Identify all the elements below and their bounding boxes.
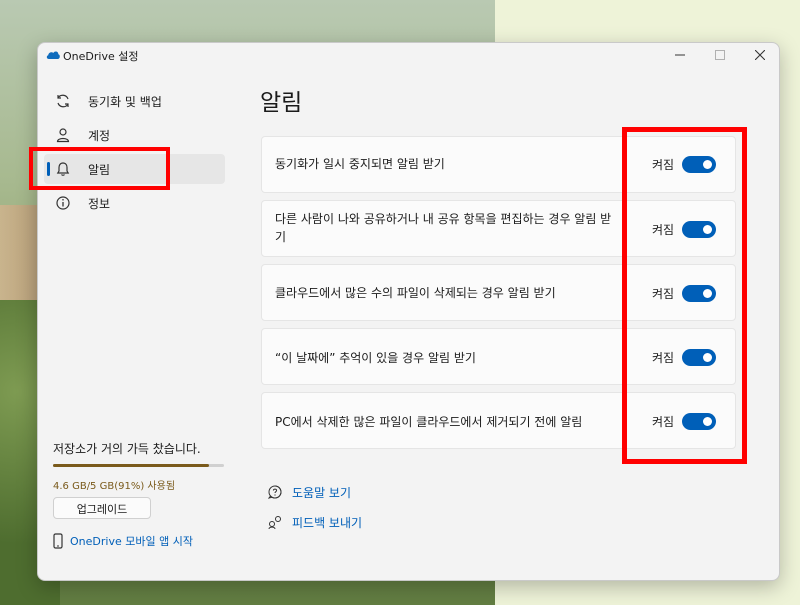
minimize-icon — [675, 54, 685, 56]
feedback-link-label: 피드백 보내기 — [292, 516, 363, 530]
storage-progress-fill — [53, 464, 209, 467]
storage-usage-text: 4.6 GB/5 GB(91%) 사용됨 — [53, 481, 176, 492]
wallpaper-building — [0, 205, 40, 315]
sidebar-item-label: 동기화 및 백업 — [88, 95, 162, 109]
help-link-label: 도움말 보기 — [292, 486, 352, 500]
sidebar-item-sync-backup[interactable]: 동기화 및 백업 — [44, 86, 225, 116]
highlight-box-notifications-nav — [29, 147, 170, 190]
highlight-box-toggles — [622, 127, 747, 464]
page-title: 알림 — [260, 90, 303, 116]
phone-icon — [53, 533, 63, 549]
maximize-icon — [715, 50, 725, 60]
mobile-app-link-label: OneDrive 모바일 앱 시작 — [70, 535, 193, 548]
close-button[interactable] — [740, 43, 779, 67]
storage-warning-text: 저장소가 거의 가득 찼습니다. — [53, 442, 201, 456]
sidebar-item-about[interactable]: 정보 — [44, 188, 225, 218]
title-bar[interactable]: OneDrive 설정 — [38, 43, 779, 67]
person-icon — [56, 128, 70, 143]
setting-description: “이 날짜에” 추억이 있을 경우 알림 받기 — [275, 351, 476, 365]
window-title: OneDrive 설정 — [63, 50, 139, 63]
help-icon — [268, 485, 282, 499]
sidebar-item-label: 정보 — [88, 197, 111, 211]
minimize-button[interactable] — [660, 43, 700, 67]
sidebar-item-label: 계정 — [88, 129, 111, 143]
setting-description: PC에서 삭제한 많은 파일이 클라우드에서 제거되기 전에 알림 — [275, 415, 583, 429]
info-icon — [56, 196, 70, 210]
sync-icon — [57, 94, 69, 108]
upgrade-button[interactable]: 업그레이드 — [53, 497, 151, 519]
maximize-button[interactable] — [700, 43, 740, 67]
sidebar-item-account[interactable]: 계정 — [44, 120, 225, 150]
setting-description: 다른 사람이 나와 공유하거나 내 공유 항목을 편집하는 경우 알림 받기 — [275, 212, 612, 244]
setting-description: 클라우드에서 많은 수의 파일이 삭제되는 경우 알림 받기 — [275, 286, 556, 300]
storage-progress-bar — [53, 464, 224, 467]
close-icon — [755, 50, 765, 60]
onedrive-cloud-icon — [46, 51, 60, 59]
feedback-icon — [268, 516, 281, 529]
setting-description: 동기화가 일시 중지되면 알림 받기 — [275, 157, 445, 171]
